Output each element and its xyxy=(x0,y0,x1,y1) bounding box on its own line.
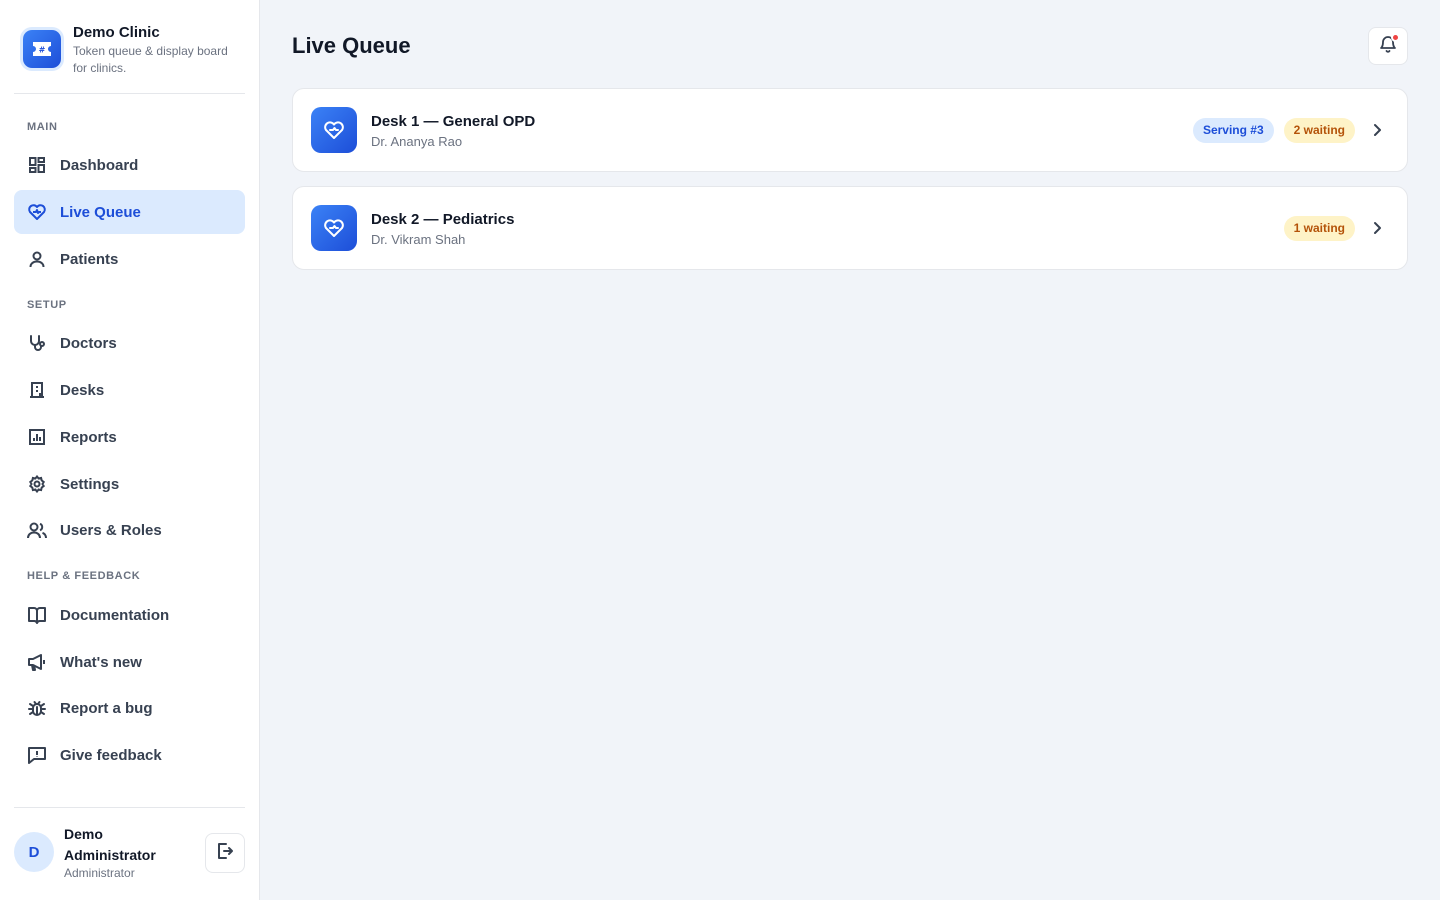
notifications-button[interactable] xyxy=(1368,27,1408,65)
building-icon xyxy=(27,380,47,400)
user-name: Demo Administrator xyxy=(64,826,156,863)
waiting-badge: 2 waiting xyxy=(1283,117,1355,143)
gear-icon xyxy=(27,474,47,494)
user-role: Administrator xyxy=(64,866,135,880)
sidebar-item-label: Reports xyxy=(60,428,117,446)
sidebar-item-label: Documentation xyxy=(60,606,170,624)
desk-name: Desk 2 — Pediatrics xyxy=(371,210,515,228)
heart-pulse-icon xyxy=(311,107,357,153)
notification-dot xyxy=(1391,33,1400,42)
dashboard-icon xyxy=(27,155,47,175)
page-title: Live Queue xyxy=(292,33,411,58)
sidebar-item-whats-new[interactable]: What's new xyxy=(14,640,245,684)
sidebar-item-documentation[interactable]: Documentation xyxy=(14,593,245,637)
users-icon xyxy=(27,520,47,540)
sidebar-item-label: Settings xyxy=(60,475,120,493)
heart-pulse-icon xyxy=(27,202,47,222)
avatar: D xyxy=(14,832,54,872)
brand-subtitle: Token queue & display board for clinics. xyxy=(73,44,228,75)
sidebar-item-label: Desks xyxy=(60,381,105,399)
sidebar-item-give-feedback[interactable]: Give feedback xyxy=(14,733,245,777)
sidebar-item-doctors[interactable]: Doctors xyxy=(14,321,245,365)
sidebar-item-label: Report a bug xyxy=(60,699,153,717)
sidebar-item-users-roles[interactable]: Users & Roles xyxy=(14,508,245,552)
sidebar-item-label: Patients xyxy=(60,250,119,268)
stethoscope-icon xyxy=(27,333,47,353)
sidebar-item-label: Doctors xyxy=(60,334,117,352)
desk-doctor: Dr. Vikram Shah xyxy=(371,231,466,247)
sidebar-item-label: Users & Roles xyxy=(60,521,162,539)
logout-icon xyxy=(216,842,234,865)
desk-card[interactable]: Desk 1 — General OPD Dr. Ananya Rao Serv… xyxy=(292,88,1408,172)
chevron-right-icon xyxy=(1367,120,1387,140)
logout-button[interactable] xyxy=(205,833,245,873)
sidebar-item-label: Give feedback xyxy=(60,746,162,764)
bug-icon xyxy=(27,698,47,718)
sidebar: # Demo Clinic Token queue & display boar… xyxy=(0,0,260,900)
desk-doctor: Dr. Ananya Rao xyxy=(371,133,463,149)
bar-chart-icon xyxy=(27,427,47,447)
sidebar-item-label: What's new xyxy=(60,653,142,671)
book-icon xyxy=(27,605,47,625)
brand-title: Demo Clinic xyxy=(73,24,160,41)
megaphone-icon xyxy=(27,652,47,672)
sidebar-item-label: Live Queue xyxy=(60,203,141,221)
user-icon xyxy=(27,249,47,269)
user-profile: D Demo Administrator Administrator xyxy=(14,807,245,900)
ticket-icon: # xyxy=(23,30,61,68)
waiting-badge: 1 waiting xyxy=(1283,215,1355,241)
serving-badge: Serving #3 xyxy=(1192,117,1274,143)
section-label-setup: SETUP xyxy=(27,299,67,311)
sidebar-item-label: Dashboard xyxy=(60,156,139,174)
message-icon xyxy=(27,745,47,765)
chevron-right-icon xyxy=(1367,218,1387,238)
sidebar-item-desks[interactable]: Desks xyxy=(14,368,245,412)
brand: # Demo Clinic Token queue & display boar… xyxy=(14,20,245,94)
sidebar-item-reports[interactable]: Reports xyxy=(14,415,245,459)
heart-pulse-icon xyxy=(311,205,357,251)
section-label-main: MAIN xyxy=(27,121,58,133)
section-label-help: HELP & FEEDBACK xyxy=(27,570,141,582)
desk-card[interactable]: Desk 2 — Pediatrics Dr. Vikram Shah 1 wa… xyxy=(292,186,1408,270)
sidebar-item-live-queue[interactable]: Live Queue xyxy=(14,190,245,234)
svg-text:#: # xyxy=(39,46,46,55)
desk-name: Desk 1 — General OPD xyxy=(371,112,536,130)
sidebar-item-dashboard[interactable]: Dashboard xyxy=(14,143,245,187)
sidebar-item-patients[interactable]: Patients xyxy=(14,237,245,281)
sidebar-item-report-bug[interactable]: Report a bug xyxy=(14,686,245,730)
sidebar-item-settings[interactable]: Settings xyxy=(14,462,245,506)
